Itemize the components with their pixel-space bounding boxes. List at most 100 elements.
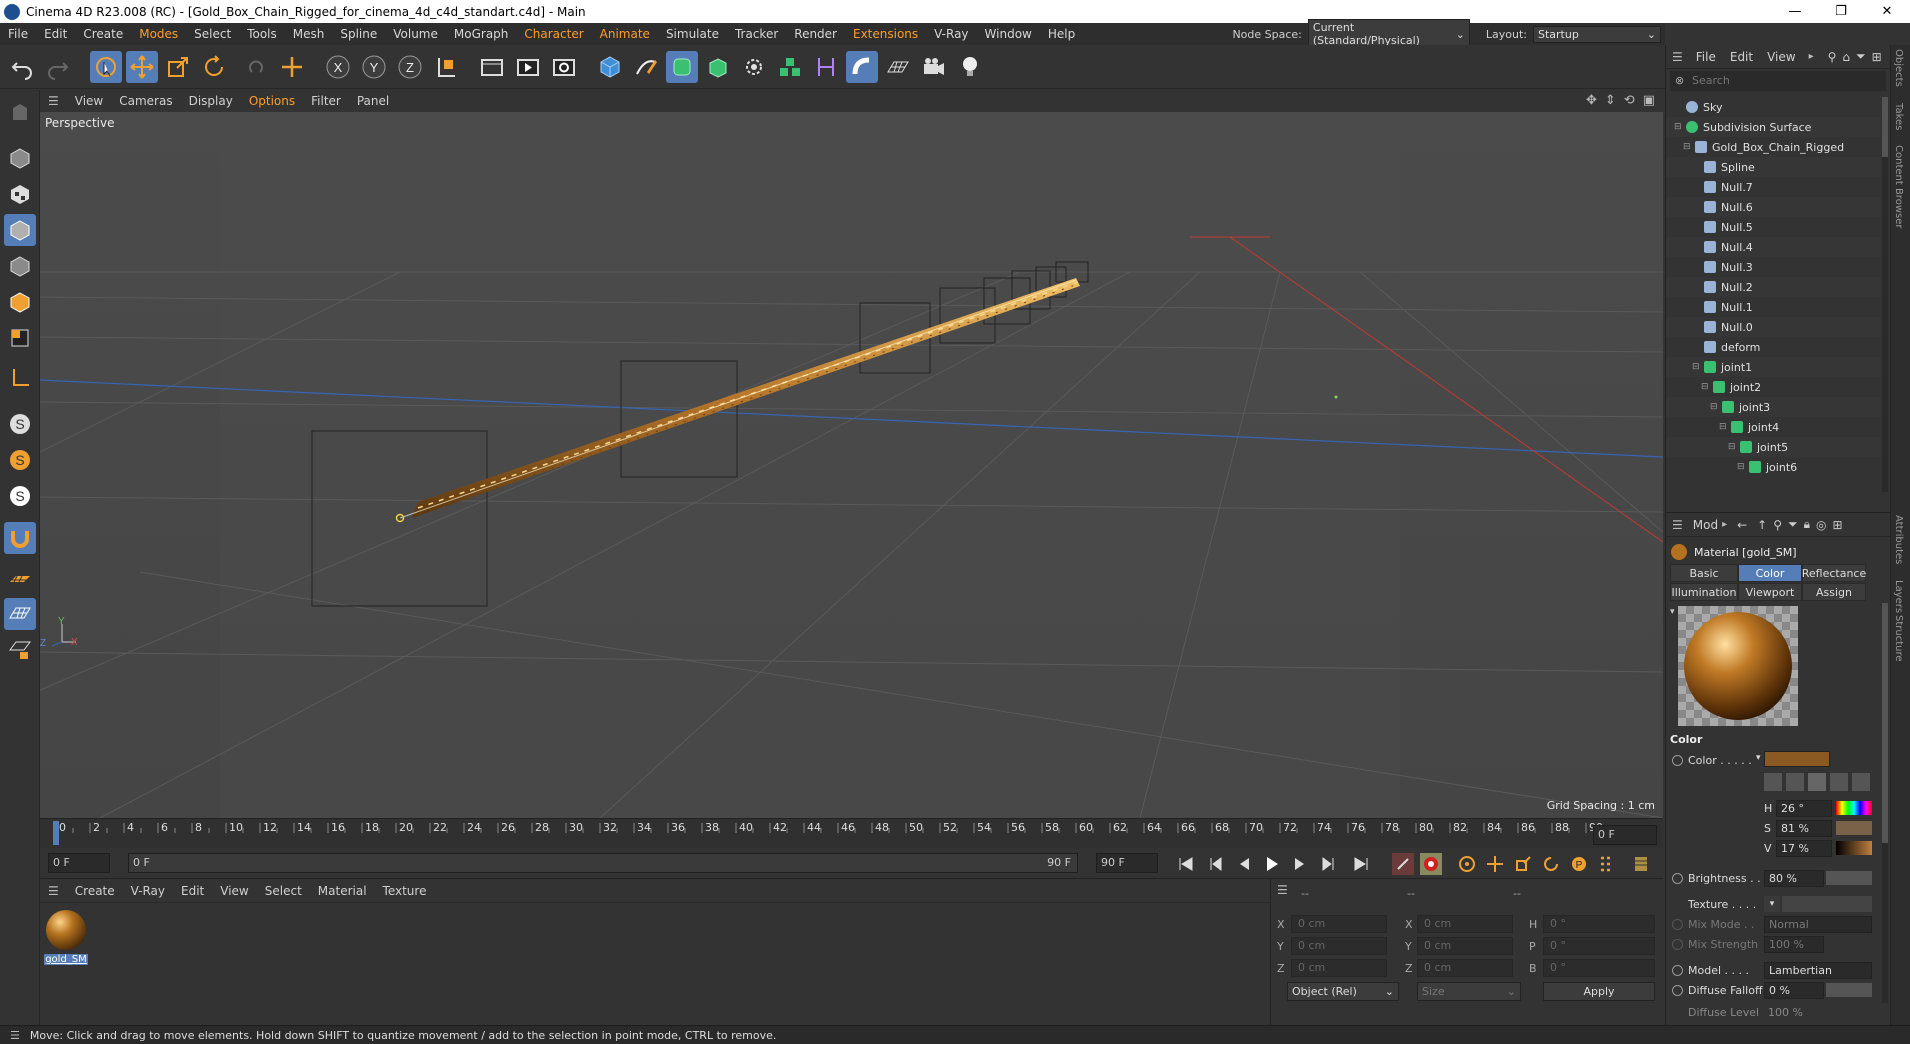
object-scrollbar[interactable]	[1882, 97, 1888, 492]
frame-range-slider[interactable]: 0 F 90 F	[128, 853, 1078, 873]
more-arrow-icon[interactable]: ▸	[1809, 51, 1814, 62]
filter-icon[interactable]: ⏷	[1856, 49, 1866, 64]
timeline-ruler[interactable]: 0 2 4 6 8 10 12 14 16 18 20 22 24 26 28 30 32 34 36 38 40 42 4…	[40, 818, 1663, 848]
go-to-start-icon[interactable]	[1175, 853, 1197, 875]
tab-assign[interactable]: Assign	[1802, 583, 1866, 601]
y-axis-icon[interactable]: Y	[358, 51, 390, 83]
new-panel-icon[interactable]: ⊞	[1833, 518, 1843, 532]
side-tab-structure[interactable]: Structure	[1893, 615, 1904, 662]
rgb-mode-icon[interactable]	[1830, 773, 1848, 791]
current-frame-field[interactable]: 0 F	[1593, 825, 1657, 845]
snap-icon-3[interactable]: S	[4, 480, 36, 512]
live-selection-icon[interactable]	[90, 51, 122, 83]
locked-workplane-icon[interactable]	[4, 634, 36, 666]
menu-mesh[interactable]: Mesh	[285, 27, 333, 41]
maximize-button[interactable]: ❐	[1818, 0, 1864, 23]
key-parameter-icon[interactable]: P	[1568, 853, 1590, 875]
brightness-slider[interactable]	[1826, 871, 1872, 885]
tab-viewport[interactable]: Viewport	[1738, 583, 1802, 601]
filter-icon[interactable]: ⏷	[1788, 517, 1798, 532]
pos-z-field[interactable]: 0 cm	[1291, 959, 1387, 977]
workplane-icon[interactable]	[4, 564, 36, 596]
next-key-icon[interactable]	[1317, 853, 1339, 875]
side-tab-objects[interactable]: Objects	[1893, 49, 1904, 87]
target-icon[interactable]: ◎	[1816, 518, 1826, 532]
back-arrow-icon[interactable]: ←	[1737, 518, 1747, 532]
tree-toggle-icon[interactable]: ⊟	[1701, 382, 1711, 392]
value-field[interactable]: 17 %	[1776, 840, 1832, 857]
object-row[interactable]: deform	[1666, 337, 1881, 357]
mograph-icon[interactable]	[774, 51, 806, 83]
render-settings-icon[interactable]	[548, 51, 580, 83]
timeline-ruler-svg[interactable]: 0 2 4 6 8 10 12 14 16 18 20 22 24 26 28 30 32 34 36 38 40 42 4…	[40, 819, 1663, 849]
light-icon[interactable]	[954, 51, 986, 83]
viewport-menu-filter[interactable]: Filter	[303, 94, 349, 108]
side-tab-layers[interactable]: Layers	[1893, 580, 1904, 613]
attribute-scrollbar[interactable]	[1882, 603, 1888, 1003]
side-tab-takes[interactable]: Takes	[1893, 103, 1904, 130]
animate-brightness-radio[interactable]	[1672, 873, 1683, 884]
rotate-view-icon[interactable]: ⟲	[1624, 93, 1635, 108]
scene-canvas[interactable]: Y Z X	[40, 112, 1663, 818]
perspective-viewport[interactable]: Y Z X Perspective Grid Spacing : 1 cm	[40, 112, 1663, 818]
diffuse-falloff-field[interactable]: 0 %	[1764, 982, 1824, 999]
deformer-icon[interactable]	[810, 51, 842, 83]
swatch-mode-icon[interactable]	[1852, 773, 1870, 791]
object-menu-view[interactable]: View	[1760, 50, 1802, 64]
tree-toggle-icon[interactable]: ⊟	[1692, 362, 1702, 372]
object-row[interactable]: Null.0	[1666, 317, 1881, 337]
menu-mograph[interactable]: MoGraph	[446, 27, 517, 41]
animate-diffuse-falloff-radio[interactable]	[1672, 985, 1683, 996]
object-row[interactable]: Null.4	[1666, 237, 1881, 257]
bend-icon[interactable]	[846, 51, 878, 83]
menu-select[interactable]: Select	[186, 27, 239, 41]
material-swatch[interactable]: gold_SM	[44, 909, 88, 965]
size-x-field[interactable]: 0 cm	[1417, 915, 1513, 933]
texture-mode-icon[interactable]	[4, 178, 36, 210]
object-row[interactable]: Sky	[1666, 97, 1881, 117]
animate-color-radio[interactable]	[1672, 755, 1683, 766]
rotate-icon[interactable]	[198, 51, 230, 83]
tree-toggle-icon[interactable]: ⊟	[1737, 462, 1747, 472]
size-z-field[interactable]: 0 cm	[1417, 959, 1513, 977]
dolly-view-icon[interactable]: ⇕	[1605, 93, 1616, 108]
extrude-icon[interactable]	[702, 51, 734, 83]
viewport-menu-cameras[interactable]: Cameras	[111, 94, 180, 108]
polygons-mode-icon[interactable]	[4, 322, 36, 354]
tree-toggle-icon[interactable]: ⊟	[1683, 142, 1693, 152]
keyframe-selection-icon[interactable]	[1456, 853, 1478, 875]
search-icon[interactable]: ⚲	[1828, 50, 1837, 64]
tab-reflectance[interactable]: Reflectance	[1802, 564, 1866, 582]
snap-icon-2[interactable]: S	[4, 444, 36, 476]
coordinate-mode-dropdown[interactable]: Object (Rel) ⌄	[1287, 982, 1399, 1001]
material-preview[interactable]	[1678, 606, 1798, 726]
side-tab-attributes[interactable]: Attributes	[1893, 515, 1904, 564]
snap-icon-1[interactable]: S	[4, 408, 36, 440]
material-menu-texture[interactable]: Texture	[375, 884, 435, 898]
key-position-icon[interactable]	[1484, 853, 1506, 875]
magnet-icon[interactable]	[4, 522, 36, 554]
previous-frame-icon[interactable]	[1233, 853, 1255, 875]
value-slider[interactable]	[1836, 841, 1872, 855]
scheme-icon[interactable]	[1630, 853, 1652, 875]
cloner-icon[interactable]	[738, 51, 770, 83]
lock-icon[interactable]: 🔒︎	[1804, 517, 1810, 532]
hamburger-icon[interactable]: ☰	[40, 884, 67, 898]
object-row[interactable]: ⊟ Subdivision Surface	[1666, 117, 1881, 137]
render-picture-viewer-icon[interactable]	[512, 51, 544, 83]
undo-icon[interactable]	[6, 51, 38, 83]
next-frame-icon[interactable]	[1289, 853, 1311, 875]
menu-modes[interactable]: Modes	[131, 27, 186, 41]
chevron-down-icon[interactable]: ▾	[1756, 753, 1761, 763]
menu-extensions[interactable]: Extensions	[845, 27, 926, 41]
playhead[interactable]	[53, 821, 59, 845]
material-menu-select[interactable]: Select	[257, 884, 310, 898]
key-rotation-icon[interactable]	[1540, 853, 1562, 875]
color-swatch[interactable]	[1764, 751, 1830, 767]
object-row[interactable]: Spline	[1666, 157, 1881, 177]
menu-help[interactable]: Help	[1040, 27, 1083, 41]
start-frame-field[interactable]: 0 F	[48, 853, 110, 873]
hamburger-icon[interactable]: ☰	[1277, 883, 1288, 897]
go-to-end-icon[interactable]	[1350, 853, 1372, 875]
object-row[interactable]: ⊟ joint4	[1666, 417, 1881, 437]
